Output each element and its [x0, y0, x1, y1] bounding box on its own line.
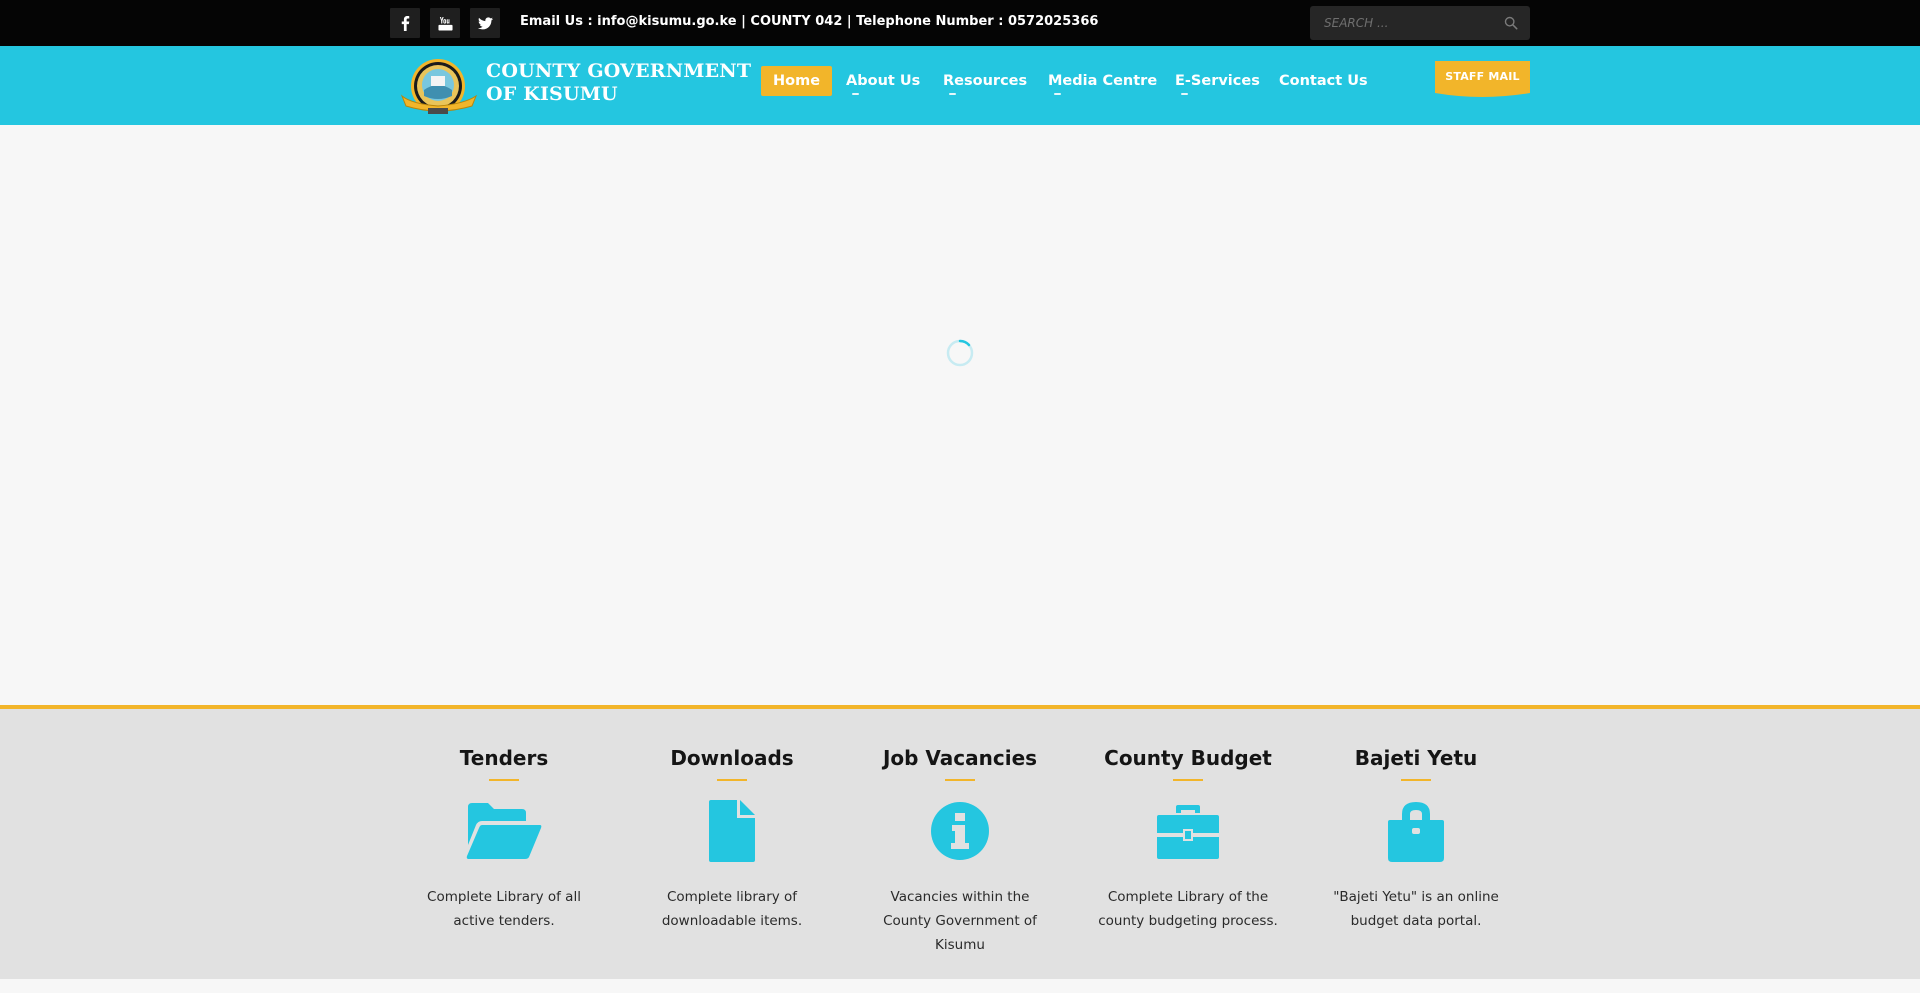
- search-box: [1310, 6, 1530, 40]
- main-header: COUNTY GOVERNMENT OF KISUMU Home About U…: [0, 46, 1920, 125]
- feature-description: Complete Library of the county budgeting…: [1098, 889, 1278, 929]
- lock-icon[interactable]: [1388, 800, 1444, 862]
- title-underline: [945, 779, 975, 781]
- feature-title[interactable]: Tenders: [404, 745, 604, 771]
- feature-county-budget[interactable]: County Budget Complete Library of the co…: [1088, 709, 1288, 933]
- feature-title[interactable]: Downloads: [632, 745, 832, 771]
- nav-about-us-label: About Us: [846, 73, 921, 89]
- info-circle-icon[interactable]: [930, 801, 990, 861]
- feature-tenders[interactable]: Tenders Complete Library of all active t…: [404, 709, 604, 933]
- youtube-link[interactable]: [430, 8, 460, 38]
- dropdown-indicator-icon: [1181, 93, 1188, 95]
- nav-contact-us[interactable]: Contact Us: [1279, 66, 1368, 96]
- nav-about-us[interactable]: About Us: [846, 66, 920, 96]
- county-seal-logo[interactable]: [398, 56, 480, 118]
- loading-spinner-icon: [946, 339, 974, 367]
- title-underline: [489, 779, 519, 781]
- nav-resources[interactable]: Resources: [943, 66, 1027, 96]
- youtube-icon: [437, 16, 453, 31]
- site-title-line2: OF KISUMU: [486, 83, 618, 105]
- feature-description: Complete library of downloadable items.: [661, 889, 803, 929]
- page-bottom: [0, 979, 1920, 993]
- feature-job-vacancies[interactable]: Job Vacancies Vacancies within the Count…: [860, 709, 1060, 957]
- twitter-icon: [477, 16, 493, 29]
- facebook-link[interactable]: [390, 8, 420, 38]
- dropdown-indicator-icon: [1054, 93, 1061, 95]
- folder-open-icon[interactable]: [466, 801, 542, 861]
- features-section: Tenders Complete Library of all active t…: [0, 705, 1920, 979]
- dropdown-indicator-icon: [949, 93, 956, 95]
- site-title[interactable]: COUNTY GOVERNMENT OF KISUMU: [486, 60, 751, 106]
- title-underline: [1401, 779, 1431, 781]
- twitter-link[interactable]: [470, 8, 500, 38]
- staff-mail-button[interactable]: STAFF MAIL: [1435, 61, 1530, 101]
- title-underline: [1173, 779, 1203, 781]
- feature-title[interactable]: Bajeti Yetu: [1316, 745, 1516, 771]
- dropdown-indicator-icon: [852, 93, 859, 95]
- feature-description: Complete Library of all active tenders.: [427, 889, 581, 929]
- site-title-line1: COUNTY GOVERNMENT: [486, 60, 752, 82]
- contact-info: Email Us : info@kisumu.go.ke | COUNTY 04…: [520, 14, 1099, 29]
- search-input[interactable]: [1310, 6, 1490, 40]
- staff-mail-label: STAFF MAIL: [1445, 70, 1520, 83]
- file-icon[interactable]: [709, 800, 755, 862]
- title-underline: [717, 779, 747, 781]
- top-bar: Email Us : info@kisumu.go.ke | COUNTY 04…: [0, 0, 1920, 46]
- feature-bajeti-yetu[interactable]: Bajeti Yetu "Bajeti Yetu" is an online b…: [1316, 709, 1516, 933]
- feature-title[interactable]: Job Vacancies: [860, 745, 1060, 771]
- briefcase-icon[interactable]: [1157, 803, 1219, 859]
- nav-media-centre[interactable]: Media Centre: [1048, 66, 1157, 96]
- nav-media-centre-label: Media Centre: [1048, 73, 1158, 89]
- feature-downloads[interactable]: Downloads Complete library of downloadab…: [632, 709, 832, 933]
- feature-description: Vacancies within the County Government o…: [883, 889, 1037, 953]
- facebook-icon: [401, 15, 409, 31]
- nav-e-services-label: E-Services: [1175, 73, 1260, 89]
- feature-title[interactable]: County Budget: [1088, 745, 1288, 771]
- search-icon[interactable]: [1504, 16, 1518, 30]
- nav-home[interactable]: Home: [761, 66, 833, 96]
- feature-description: "Bajeti Yetu" is an online budget data p…: [1333, 889, 1499, 929]
- nav-resources-label: Resources: [943, 73, 1028, 89]
- main-content: [0, 125, 1920, 706]
- nav-e-services[interactable]: E-Services: [1175, 66, 1260, 96]
